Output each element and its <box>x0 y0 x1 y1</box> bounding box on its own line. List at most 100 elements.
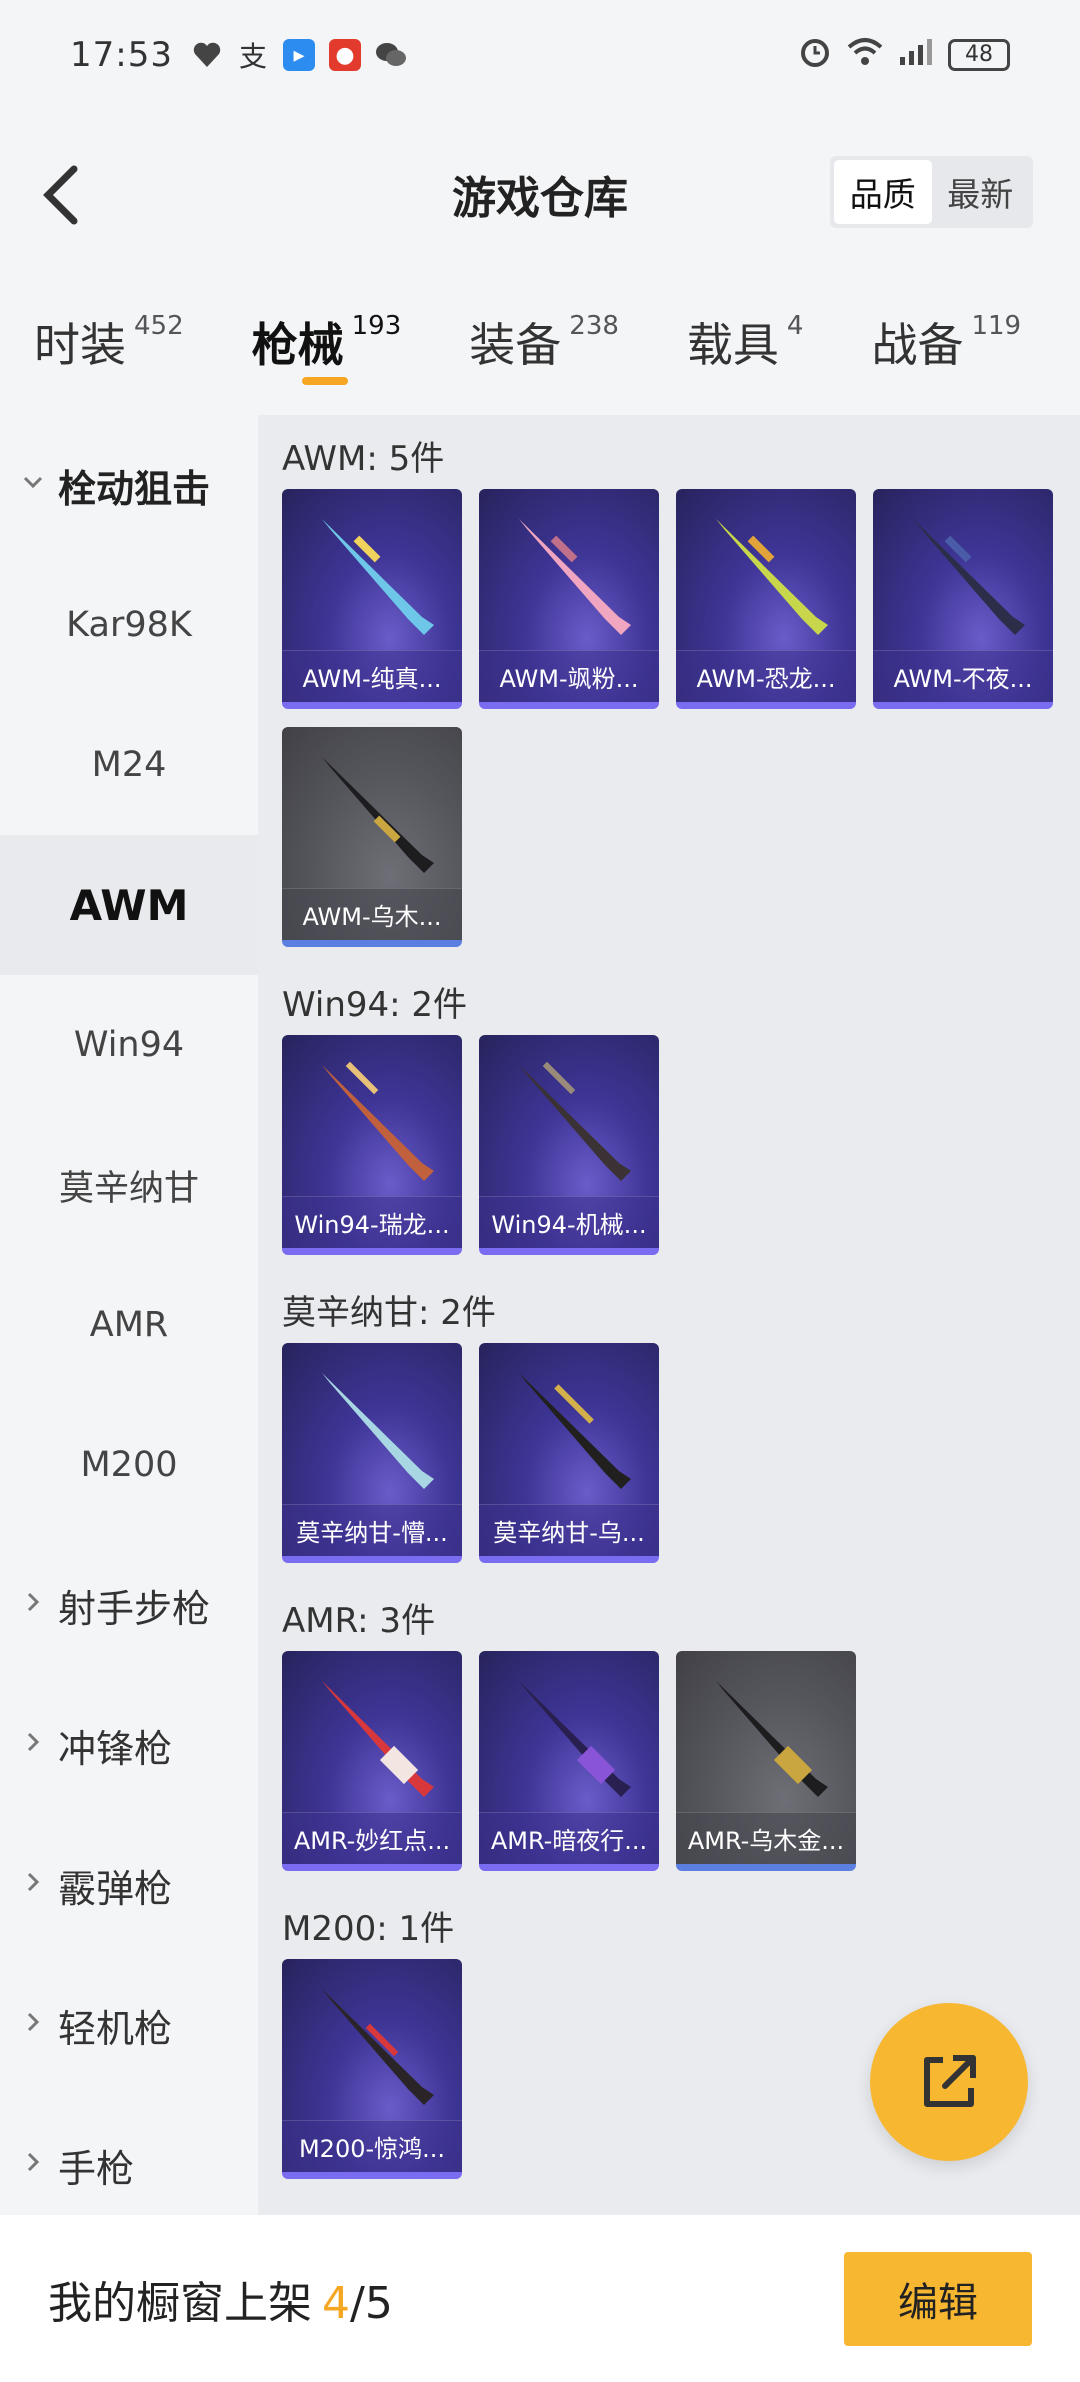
sidebar-item-amr[interactable]: AMR <box>0 1255 258 1395</box>
weapon-card[interactable]: M200-惊鸿... <box>282 1959 462 2179</box>
sort-latest-button[interactable]: 最新 <box>932 160 1030 224</box>
tab-fashion[interactable]: 时装 452 <box>34 275 184 375</box>
weapon-sidebar: 栓动狙击 Kar98K M24 AWM Win94 莫辛纳甘 AMR M200 … <box>0 415 258 2215</box>
sort-toggle: 品质 最新 <box>830 156 1033 228</box>
sidebar-item-win94[interactable]: Win94 <box>0 975 258 1115</box>
heavy-sniper-icon <box>519 1681 631 1797</box>
weapon-card[interactable]: 莫辛纳甘-乌... <box>479 1343 659 1563</box>
weapon-name: AMR-妙红点... <box>282 1812 462 1864</box>
sidebar-group-smg[interactable]: 冲锋枪 <box>0 1675 258 1815</box>
tab-supplies[interactable]: 战备 119 <box>871 275 1021 375</box>
alipay-icon: 支 <box>238 40 267 73</box>
weapon-name: Win94-机械... <box>479 1196 659 1248</box>
tab-guns[interactable]: 枪械 193 <box>251 275 402 385</box>
header: 游戏仓库 品质 最新 <box>0 110 1080 275</box>
tab-label: 枪械 <box>251 318 344 372</box>
section-grid-mosin: 莫辛纳甘-懵... 莫辛纳甘-乌... <box>282 1343 1080 1577</box>
weapon-card[interactable]: AMR-妙红点... <box>282 1651 462 1871</box>
chevron-right-icon <box>27 1592 40 1612</box>
sidebar-group-label: 轻机枪 <box>58 2006 173 2051</box>
sidebar-group-label: 射手步枪 <box>58 1586 211 1631</box>
section-title-awm: AWM: 5件 <box>282 438 445 479</box>
rifle-icon <box>322 1373 434 1489</box>
sniper-rifle-icon <box>519 519 631 635</box>
rifle-icon <box>519 1373 631 1489</box>
weapon-name: AWM-乌木... <box>282 888 462 940</box>
alarm-icon <box>798 35 832 76</box>
share-button[interactable] <box>870 2003 1028 2161</box>
showcase-total: 5 <box>364 2277 393 2329</box>
sidebar-item-m200[interactable]: M200 <box>0 1395 258 1535</box>
rifle-icon <box>519 1061 631 1181</box>
notification-icons: 支 ▸ ● <box>191 39 407 73</box>
sort-quality-button[interactable]: 品质 <box>834 160 932 224</box>
showcase-status: 我的橱窗上架 4 / 5 <box>48 2267 393 2331</box>
tab-label: 时装 <box>34 318 126 372</box>
sidebar-group-label: 霰弹枪 <box>58 1866 173 1911</box>
weapon-card[interactable]: AWM-恐龙... <box>676 489 856 709</box>
weapon-name: AWM-纯真... <box>282 650 462 702</box>
sidebar-item-awm[interactable]: AWM <box>0 835 258 975</box>
weapon-card[interactable]: Win94-瑞龙... <box>282 1035 462 1255</box>
sidebar-item-kar98k[interactable]: Kar98K <box>0 555 258 695</box>
sidebar-group-shotgun[interactable]: 霰弹枪 <box>0 1815 258 1955</box>
section-title-win94: Win94: 2件 <box>282 984 468 1025</box>
signal-icon <box>898 37 934 74</box>
heart-icon <box>191 39 223 71</box>
sidebar-group-dmr[interactable]: 射手步枪 <box>0 1535 258 1675</box>
weapon-card[interactable]: AWM-飒粉... <box>479 489 659 709</box>
chevron-down-icon <box>23 476 43 489</box>
category-tabs: 时装 452 枪械 193 装备 238 载具 4 战备 119 <box>0 275 1080 415</box>
weapon-card[interactable]: AWM-乌木... <box>282 727 462 947</box>
wechat-icon <box>375 39 407 71</box>
tab-vehicles[interactable]: 载具 4 <box>687 275 804 375</box>
sidebar-group-pistol[interactable]: 手枪 <box>0 2095 258 2235</box>
chevron-right-icon <box>27 2152 40 2172</box>
sniper-rifle-icon <box>913 519 1025 635</box>
chevron-right-icon <box>27 1872 40 1892</box>
weapon-list: AWM: 5件 AWM-纯真... AWM-飒粉... AWM-恐龙... AW… <box>258 415 1080 2215</box>
sidebar-group-bolt-sniper[interactable]: 栓动狙击 <box>0 415 258 555</box>
sidebar-item-m24[interactable]: M24 <box>0 695 258 835</box>
app-red-icon: ● <box>328 39 361 71</box>
section-title-mosin: 莫辛纳甘: 2件 <box>282 1292 496 1333</box>
sniper-rifle-icon <box>322 757 434 873</box>
weapon-name: AWM-飒粉... <box>479 650 659 702</box>
sniper-rifle-icon <box>716 519 828 635</box>
tab-count: 238 <box>569 311 619 341</box>
section-grid-awm: AWM-纯真... AWM-飒粉... AWM-恐龙... AWM-不夜... … <box>282 489 1080 961</box>
edit-button[interactable]: 编辑 <box>844 2251 1032 2346</box>
weapon-name: Win94-瑞龙... <box>282 1196 462 1248</box>
app-blue-icon: ▸ <box>282 39 315 71</box>
sidebar-group-lmg[interactable]: 轻机枪 <box>0 1955 258 2095</box>
sniper-rifle-icon <box>322 1989 434 2105</box>
active-tab-indicator <box>301 377 348 385</box>
showcase-count: 4 <box>322 2277 350 2329</box>
weapon-name: 莫辛纳甘-乌... <box>479 1504 659 1556</box>
sidebar-group-label: 栓动狙击 <box>58 466 211 511</box>
weapon-name: M200-惊鸿... <box>282 2120 462 2172</box>
tab-label: 战备 <box>871 318 964 372</box>
weapon-name: 莫辛纳甘-懵... <box>282 1504 462 1556</box>
battery-indicator: 48 <box>948 39 1010 71</box>
rifle-icon <box>322 1061 434 1181</box>
weapon-card[interactable]: AWM-不夜... <box>873 489 1053 709</box>
heavy-sniper-icon <box>322 1681 434 1797</box>
chevron-right-icon <box>27 1732 40 1752</box>
sidebar-group-label: 手枪 <box>58 2146 135 2191</box>
section-grid-win94: Win94-瑞龙... Win94-机械... <box>282 1035 1080 1269</box>
share-external-icon <box>924 2055 976 2107</box>
weapon-card[interactable]: AWM-纯真... <box>282 489 462 709</box>
tab-label: 载具 <box>686 318 779 372</box>
weapon-card[interactable]: 莫辛纳甘-懵... <box>282 1343 462 1563</box>
weapon-card[interactable]: Win94-机械... <box>479 1035 659 1255</box>
tab-count: 452 <box>134 311 184 341</box>
section-title-m200: M200: 1件 <box>282 1908 455 1949</box>
tab-count: 193 <box>351 311 402 341</box>
showcase-separator: / <box>350 2277 365 2329</box>
sidebar-item-mosin[interactable]: 莫辛纳甘 <box>0 1115 258 1255</box>
tab-count: 4 <box>786 311 804 341</box>
tab-equipment[interactable]: 装备 238 <box>469 275 619 375</box>
weapon-card[interactable]: AMR-暗夜行... <box>479 1651 659 1871</box>
weapon-card[interactable]: AMR-乌木金... <box>676 1651 856 1871</box>
